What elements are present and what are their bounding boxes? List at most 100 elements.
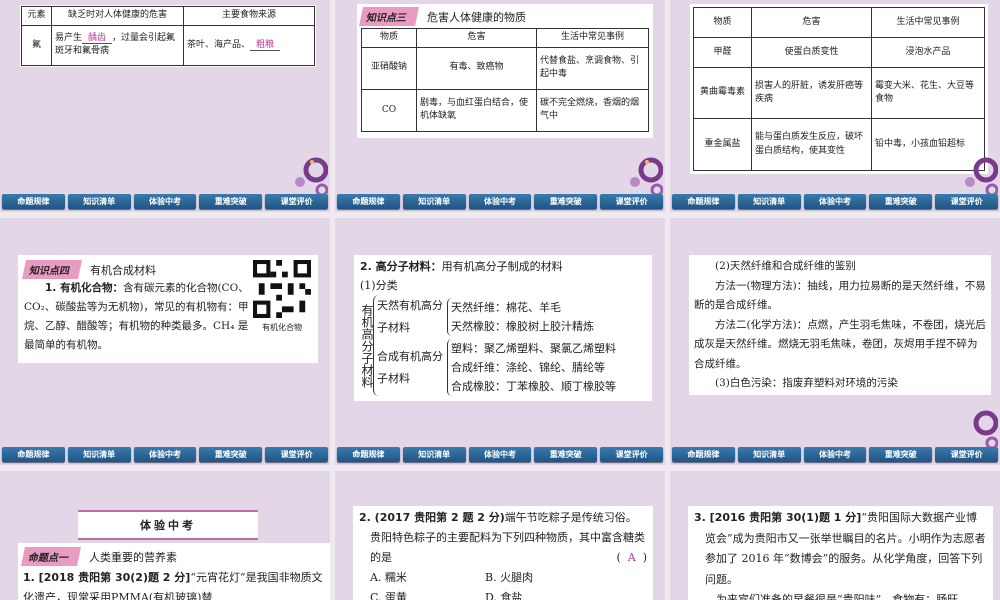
th: 生活中常见事例 — [871, 7, 985, 38]
content: 有机化合物 知识点四 有机合成材料 1. 有机化合物：含有碳元素的化合物(CO、C… — [18, 255, 318, 363]
paragraph: 1. 有机化合物：含有碳元素的化合物(CO、CO₂、碳酸盐等为无机物)，常见的有… — [24, 279, 252, 355]
tree-item: 天然橡胶：橡胶树上胶汁精炼 — [451, 320, 594, 333]
text: 易产生 — [55, 32, 83, 43]
qr-block: 有机化合物 — [252, 260, 312, 333]
paragraph: 方法二(化学方法)：点燃，产生羽毛焦味，不卷团，烧光后成灰是天然纤维。燃烧无羽毛… — [694, 318, 986, 370]
nav-button-3[interactable]: 体验中考 — [468, 447, 532, 462]
nav-bar: 命题规律 知识清单 体验中考 重难突破 课堂评价 — [0, 447, 330, 462]
answer: 粗粮 — [250, 39, 281, 51]
td: 碳不完全燃烧，香烟的烟气中 — [536, 88, 649, 133]
nav-button-4[interactable]: 重难突破 — [534, 194, 598, 209]
section-badge: 命题点一 — [20, 547, 82, 566]
content: (2)天然纤维和合成纤维的鉴别 方法一(物理方法)：抽线，用力拉易断的是天然纤维… — [689, 255, 991, 395]
slide-4[interactable]: 有机化合物 知识点四 有机合成材料 1. 有机化合物：含有碳元素的化合物(CO、C… — [0, 218, 330, 465]
qr-code-icon[interactable] — [253, 260, 311, 318]
slide-1[interactable]: 元素 缺乏时对人体健康的危害 主要食物来源 氟 易产生 龋齿 ，过量会引起氟斑牙和氟骨病… — [0, 0, 330, 212]
slide-9[interactable]: 3. [2016 贵阳第 30(1)题 1 分]“贵阳国际大数据产业博览会”成为… — [670, 471, 1000, 600]
content: 3. [2016 贵阳第 30(1)题 1 分]“贵阳国际大数据产业博览会”成为… — [688, 506, 993, 600]
nav-button-1[interactable]: 命题规律 — [337, 194, 400, 209]
nav-button-2[interactable]: 知识清单 — [67, 447, 131, 462]
question-source: 2. (2017 贵阳第 2 题 2 分) — [359, 511, 505, 524]
nav-button-3[interactable]: 体验中考 — [803, 447, 867, 462]
nav-button-2[interactable]: 知识清单 — [737, 194, 801, 209]
nav-button-2[interactable]: 知识清单 — [737, 447, 801, 462]
slide-8[interactable]: 2. (2017 贵阳第 2 题 2 分)端午节吃粽子是传统习俗。贵阳特色粽子的… — [335, 471, 665, 600]
nav-bar: 命题规律 知识清单 体验中考 重难突破 课堂评价 — [0, 194, 330, 209]
nav-button-5[interactable]: 课堂评价 — [600, 447, 663, 462]
td: 甲醛 — [693, 36, 752, 68]
answer: A — [627, 551, 636, 564]
nav-button-2[interactable]: 知识清单 — [67, 194, 131, 209]
decoration-icon — [630, 157, 663, 196]
td: 浸泡水产品 — [871, 36, 985, 68]
nav-button-5[interactable]: 课堂评价 — [600, 194, 663, 209]
option[interactable]: B. 火腿肉 — [485, 568, 600, 588]
th: 主要食物来源 — [183, 6, 315, 26]
sub-heading: (1)分类 — [360, 279, 398, 292]
slide-6[interactable]: (2)天然纤维和合成纤维的鉴别 方法一(物理方法)：抽线，用力拉易断的是天然纤维… — [670, 218, 1000, 465]
td: 有毒、致癌物 — [416, 46, 537, 90]
nav-button-4[interactable]: 重难突破 — [869, 194, 933, 209]
nav-button-5[interactable]: 课堂评价 — [935, 447, 998, 462]
nav-bar: 命题规律 知识清单 体验中考 重难突破 课堂评价 — [670, 194, 1000, 209]
slide-2[interactable]: 知识点三 危害人体健康的物质 物质 危害 生活中常见事例 亚硝酸钠 有毒、致癌物 代替食盐… — [335, 0, 665, 212]
question-source: 1. [2018 贵阳第 30(2)题 2 分] — [23, 571, 191, 584]
td: 霉变大米、花生、大豆等食物 — [871, 66, 985, 120]
content: 2. 高分子材料：用有机高分子制成的材料 (1)分类 有机高分子材料 天然有机高… — [354, 255, 652, 401]
nav-button-1[interactable]: 命题规律 — [2, 194, 65, 209]
lead: 1. 有机化合物： — [45, 282, 123, 294]
paragraph: 方法一(物理方法)：抽线，用力拉易断的是天然纤维，不易断的是合成纤维。 — [694, 279, 986, 312]
td: 易产生 龋齿 ，过量会引起氟斑牙和氟骨病 — [51, 24, 184, 66]
fluorine-table: 元素 缺乏时对人体健康的危害 主要食物来源 氟 易产生 龋齿 ，过量会引起氟斑牙和氟骨病… — [20, 5, 316, 67]
td: 剧毒，与血红蛋白结合，使机体缺氧 — [416, 88, 537, 133]
option[interactable]: C. 蛋黄 — [370, 588, 485, 600]
classification-tree: 有机高分子材料 天然有机高分子材料 天然纤维：棉花、羊毛 天然橡胶：橡胶树上胶汁精炼… — [360, 295, 646, 396]
content: 命题点一 人类重要的营养素 1. [2018 贵阳第 30(2)题 2 分]“元宵… — [18, 543, 330, 600]
th: 元素 — [21, 6, 52, 26]
nav-button-3[interactable]: 体验中考 — [133, 194, 197, 209]
question-source: 3. [2016 贵阳第 30(1)题 1 分] — [694, 511, 862, 524]
td: 重金属盐 — [693, 118, 752, 171]
nav-bar: 命题规律 知识清单 体验中考 重难突破 课堂评价 — [335, 194, 665, 209]
nav-bar: 命题规律 知识清单 体验中考 重难突破 课堂评价 — [335, 447, 665, 462]
option[interactable]: A. 糯米 — [370, 568, 485, 588]
nav-button-4[interactable]: 重难突破 — [199, 447, 263, 462]
td: 损害人的肝脏，诱发肝癌等疾病 — [751, 66, 872, 120]
paragraph: (3)白色污染：指废弃塑料对环境的污染 — [715, 377, 898, 389]
nav-button-5[interactable]: 课堂评价 — [935, 194, 998, 209]
section-badge: 知识点四 — [21, 260, 83, 279]
text: 茶叶、海产品、 — [187, 39, 251, 50]
nav-button-3[interactable]: 体验中考 — [133, 447, 197, 462]
nav-button-5[interactable]: 课堂评价 — [265, 194, 328, 209]
question-text: 为来宾们准备的早餐很是“贵阳味”，食物有：肠旺 — [716, 593, 959, 600]
nav-button-1[interactable]: 命题规律 — [672, 447, 735, 462]
nav-button-1[interactable]: 命题规律 — [672, 194, 735, 209]
slide-3[interactable]: 物质 危害 生活中常见事例 甲醛 使蛋白质变性 浸泡水产品 黄曲霉毒素 损害人的肝脏，诱发… — [670, 0, 1000, 212]
section-title: 人类重要的营养素 — [89, 551, 177, 564]
nav-button-4[interactable]: 重难突破 — [869, 447, 933, 462]
nav-button-2[interactable]: 知识清单 — [402, 447, 466, 462]
nav-button-4[interactable]: 重难突破 — [534, 447, 598, 462]
section-title: 有机合成材料 — [90, 264, 156, 277]
nav-button-3[interactable]: 体验中考 — [803, 194, 867, 209]
lead: 2. 高分子材料： — [360, 260, 442, 273]
decoration-icon — [965, 157, 998, 196]
td: 氟 — [21, 24, 52, 66]
nav-button-5[interactable]: 课堂评价 — [265, 447, 328, 462]
text: 用有机高分子制成的材料 — [441, 260, 563, 273]
slide-5[interactable]: 2. 高分子材料：用有机高分子制成的材料 (1)分类 有机高分子材料 天然有机高… — [335, 218, 665, 465]
td: 茶叶、海产品、 粗粮 — [183, 24, 315, 66]
nav-button-3[interactable]: 体验中考 — [468, 194, 532, 209]
th: 危害 — [751, 7, 872, 38]
nav-button-1[interactable]: 命题规律 — [2, 447, 65, 462]
nav-button-1[interactable]: 命题规律 — [337, 447, 400, 462]
td: 黄曲霉毒素 — [693, 66, 752, 120]
tree-group: 合成有机高分子材料 — [377, 349, 443, 385]
slide-7[interactable]: 体验中考 命题点一 人类重要的营养素 1. [2018 贵阳第 30(2)题 2 … — [0, 471, 330, 600]
option[interactable]: D. 食盐 — [485, 588, 600, 600]
nav-button-4[interactable]: 重难突破 — [199, 194, 263, 209]
answer: 龋齿 — [82, 32, 113, 44]
tree-root: 有机高分子材料 — [360, 303, 374, 388]
content: 2. (2017 贵阳第 2 题 2 分)端午节吃粽子是传统习俗。贵阳特色粽子的… — [353, 506, 653, 600]
nav-button-2[interactable]: 知识清单 — [402, 194, 466, 209]
